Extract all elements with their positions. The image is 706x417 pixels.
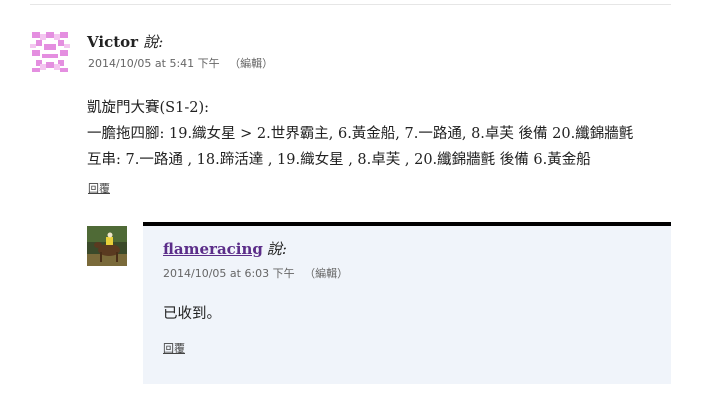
says-label: 說:	[266, 240, 287, 258]
avatar[interactable]	[30, 30, 70, 74]
comment-line: 一膽拖四腳: 19.織女星 > 2.世界霸主, 6.黃金船, 7.一路通, 8.…	[87, 126, 634, 142]
reply-link[interactable]: 回覆	[163, 340, 185, 356]
author-name[interactable]: flameracing	[163, 240, 263, 258]
comment-date-link[interactable]: 2014/10/05 at 5:41 下午	[88, 57, 220, 70]
author-name: Victor	[87, 33, 139, 51]
avatar[interactable]	[87, 226, 127, 266]
comment-author: Victor 說:	[87, 31, 163, 52]
comment-line: 凱旋門大賽(S1-2):	[87, 100, 209, 116]
identicon-avatar-icon	[30, 30, 70, 74]
racehorse-avatar-icon	[87, 226, 127, 266]
comment-body: 已收到。	[163, 306, 221, 322]
comment-meta: 2014/10/05 at 5:41 下午 （編輯）	[88, 55, 273, 71]
edit-link[interactable]: （編輯）	[304, 267, 348, 280]
says-label: 說:	[143, 33, 164, 51]
comment-line: 互串: 7.一路通 , 18.蹄活達 , 19.織女星 , 8.卓芙 , 20.…	[87, 152, 591, 168]
comment-author[interactable]: flameracing 說:	[163, 238, 287, 259]
comment-date-link[interactable]: 2014/10/05 at 6:03 下午	[163, 267, 295, 280]
edit-link[interactable]: （編輯）	[229, 57, 273, 70]
comment-meta: 2014/10/05 at 6:03 下午 （編輯）	[163, 265, 348, 281]
comment-body: 凱旋門大賽(S1-2): 一膽拖四腳: 19.織女星 > 2.世界霸主, 6.黃…	[87, 95, 687, 173]
divider	[30, 4, 671, 5]
reply-comment: flameracing 說: 2014/10/05 at 6:03 下午 （編輯）…	[143, 222, 671, 384]
reply-link[interactable]: 回覆	[88, 180, 110, 196]
